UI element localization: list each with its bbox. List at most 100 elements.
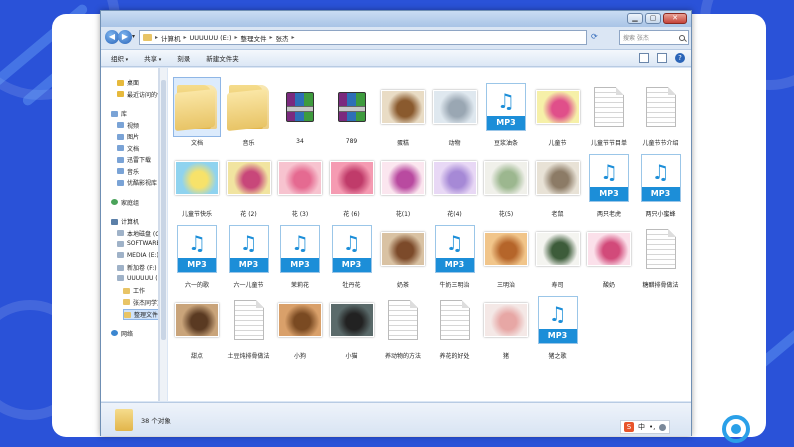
- ime-toolbar: S 中 •,: [620, 420, 671, 434]
- file-name: 小猫: [345, 353, 358, 360]
- file-item-mp3[interactable]: ♫ MP3 两只老虎: [584, 149, 634, 218]
- nav-library-item[interactable]: 音乐: [117, 167, 139, 176]
- file-thumbnail: [226, 78, 272, 136]
- nav-drive-item[interactable]: MEDIA (E:): [117, 252, 158, 259]
- nav-drive-item[interactable]: 新加卷 (F:): [117, 263, 157, 272]
- nav-favorite-item[interactable]: 最近访问的位置: [117, 90, 158, 99]
- breadcrumb-folder[interactable]: 整理文件: [241, 33, 267, 43]
- ime-punctuation-toggle[interactable]: •,: [649, 423, 655, 431]
- file-item-mp3[interactable]: ♫ MP3 牡丹花: [327, 220, 377, 289]
- history-dropdown-icon[interactable]: ▾: [132, 33, 135, 40]
- file-item-folder[interactable]: 音乐: [224, 78, 274, 147]
- nav-drive-item[interactable]: UUUUUU (E:): [117, 275, 158, 282]
- nav-scrollbar[interactable]: [159, 68, 167, 401]
- file-item-image[interactable]: 花(4): [430, 149, 480, 218]
- share-button[interactable]: 共享: [144, 53, 161, 63]
- folder-icon: [143, 34, 152, 41]
- file-item-image[interactable]: 甜点: [172, 291, 222, 360]
- minimize-button[interactable]: ▁: [627, 13, 643, 24]
- nav-homegroup[interactable]: 家庭组: [111, 198, 139, 207]
- close-button[interactable]: ✕: [663, 13, 687, 24]
- nav-network[interactable]: 网络: [111, 329, 133, 338]
- ime-settings-icon[interactable]: [659, 423, 667, 431]
- forward-button[interactable]: ▶: [118, 30, 132, 44]
- file-item-rar[interactable]: 789: [327, 78, 377, 145]
- file-item-image[interactable]: 老鼠: [533, 149, 583, 218]
- image-thumbnail: [535, 161, 580, 195]
- refresh-icon[interactable]: ⟳: [591, 32, 598, 41]
- file-item-image[interactable]: 花 (3): [275, 149, 325, 218]
- preview-pane-icon[interactable]: [657, 53, 667, 63]
- file-item-image[interactable]: 动物: [430, 78, 480, 147]
- file-item-image[interactable]: 花 (2): [224, 149, 274, 218]
- nav-library-item[interactable]: 优酷影视库: [117, 178, 157, 187]
- file-item-doc[interactable]: 儿童节节介绍: [636, 78, 686, 147]
- file-item-image[interactable]: 三明治: [481, 220, 531, 289]
- nav-folder-item[interactable]: 工作: [123, 286, 145, 295]
- text-document-icon: [645, 87, 676, 127]
- file-thumbnail: [226, 291, 272, 349]
- view-options-icon[interactable]: [639, 53, 649, 63]
- file-item-image[interactable]: 花(1): [378, 149, 428, 218]
- lib-icon: [117, 133, 124, 140]
- nav-library-item[interactable]: 图片: [117, 132, 139, 141]
- file-item-image[interactable]: 猪: [481, 291, 531, 360]
- file-item-image[interactable]: 小狗: [275, 291, 325, 360]
- file-item-image[interactable]: 蛋糕: [378, 78, 428, 147]
- breadcrumb-computer[interactable]: 计算机: [161, 33, 181, 43]
- file-item-doc[interactable]: 糖醋排骨做法: [636, 220, 686, 289]
- title-bar[interactable]: ▁ ▢ ✕: [101, 11, 691, 27]
- file-item-mp3[interactable]: ♫ MP3 豆浆油条: [481, 78, 531, 147]
- nav-library-item[interactable]: 文档: [117, 144, 139, 153]
- file-item-rar[interactable]: 34: [275, 78, 325, 145]
- file-item-mp3[interactable]: ♫ MP3 牛奶三明治: [430, 220, 480, 289]
- nav-label: SOFTWARE (D:): [127, 240, 159, 247]
- file-item-image[interactable]: 儿童节: [533, 78, 583, 147]
- back-button[interactable]: ◀: [105, 30, 119, 44]
- search-icon[interactable]: [679, 34, 685, 41]
- nav-folder-item[interactable]: 张杰同学文件: [123, 298, 158, 307]
- breadcrumb-current[interactable]: 张杰: [276, 33, 289, 43]
- file-item-doc[interactable]: 养花的好处: [430, 291, 480, 360]
- nav-library-item[interactable]: 视频: [117, 121, 139, 130]
- nav-libraries-header[interactable]: 库: [111, 109, 127, 118]
- search-input[interactable]: 搜索 张杰: [619, 30, 689, 45]
- file-item-mp3[interactable]: ♫ MP3 茉莉花: [275, 220, 325, 289]
- file-item-image[interactable]: 小猫: [327, 291, 377, 360]
- file-item-mp3[interactable]: ♫ MP3 猪之歌: [533, 291, 583, 360]
- file-item-image[interactable]: 花 (6): [327, 149, 377, 218]
- address-bar[interactable]: ▸ 计算机 ▸ UUUUUU (E:) ▸ 整理文件 ▸ 张杰 ▸: [139, 30, 587, 45]
- new-folder-button[interactable]: 新建文件夹: [206, 53, 239, 63]
- file-item-folder[interactable]: 文档: [172, 77, 222, 147]
- file-item-image[interactable]: 酸奶: [584, 220, 634, 289]
- ime-language-toggle[interactable]: 中: [638, 422, 645, 432]
- burn-button[interactable]: 刻录: [177, 53, 190, 63]
- file-item-doc[interactable]: 养动物的方法: [378, 291, 428, 360]
- nav-library-item[interactable]: 迅雷下载: [117, 155, 151, 164]
- file-item-doc[interactable]: 土豆炖排骨做法: [224, 291, 274, 360]
- organize-button[interactable]: 组织: [111, 53, 128, 63]
- file-item-doc[interactable]: 儿童节节目单: [584, 78, 634, 147]
- maximize-button[interactable]: ▢: [645, 13, 661, 24]
- nav-computer-header[interactable]: 计算机: [111, 217, 139, 226]
- file-item-image[interactable]: 花(5): [481, 149, 531, 218]
- help-icon[interactable]: ?: [675, 53, 685, 63]
- file-name: 花(5): [498, 211, 514, 218]
- text-document-icon: [594, 87, 624, 127]
- file-item-image[interactable]: 奶茶: [378, 220, 428, 289]
- breadcrumb-drive[interactable]: UUUUUU (E:): [190, 34, 232, 42]
- nav-drive-item[interactable]: 本地磁盘 (C:): [117, 229, 158, 238]
- nav-scroll-thumb[interactable]: [161, 80, 166, 340]
- file-item-image[interactable]: 儿童节快乐: [172, 149, 222, 218]
- nav-label: 迅雷下载: [127, 157, 152, 164]
- nav-folder-item[interactable]: 整理文件: [123, 309, 158, 320]
- file-item-image[interactable]: 寿司: [533, 220, 583, 289]
- folder-icon: [177, 85, 217, 129]
- file-item-mp3[interactable]: ♫ MP3 六一的歌: [172, 220, 222, 289]
- nav-drive-item[interactable]: SOFTWARE (D:): [117, 240, 159, 247]
- file-item-mp3[interactable]: ♫ MP3 六一儿童节: [224, 220, 274, 289]
- file-item-mp3[interactable]: ♫ MP3 两只小蜜蜂: [636, 149, 686, 218]
- sogou-logo-icon[interactable]: S: [624, 422, 634, 432]
- nav-favorite-item[interactable]: 桌面: [117, 78, 139, 87]
- file-name: 养花的好处: [439, 353, 470, 360]
